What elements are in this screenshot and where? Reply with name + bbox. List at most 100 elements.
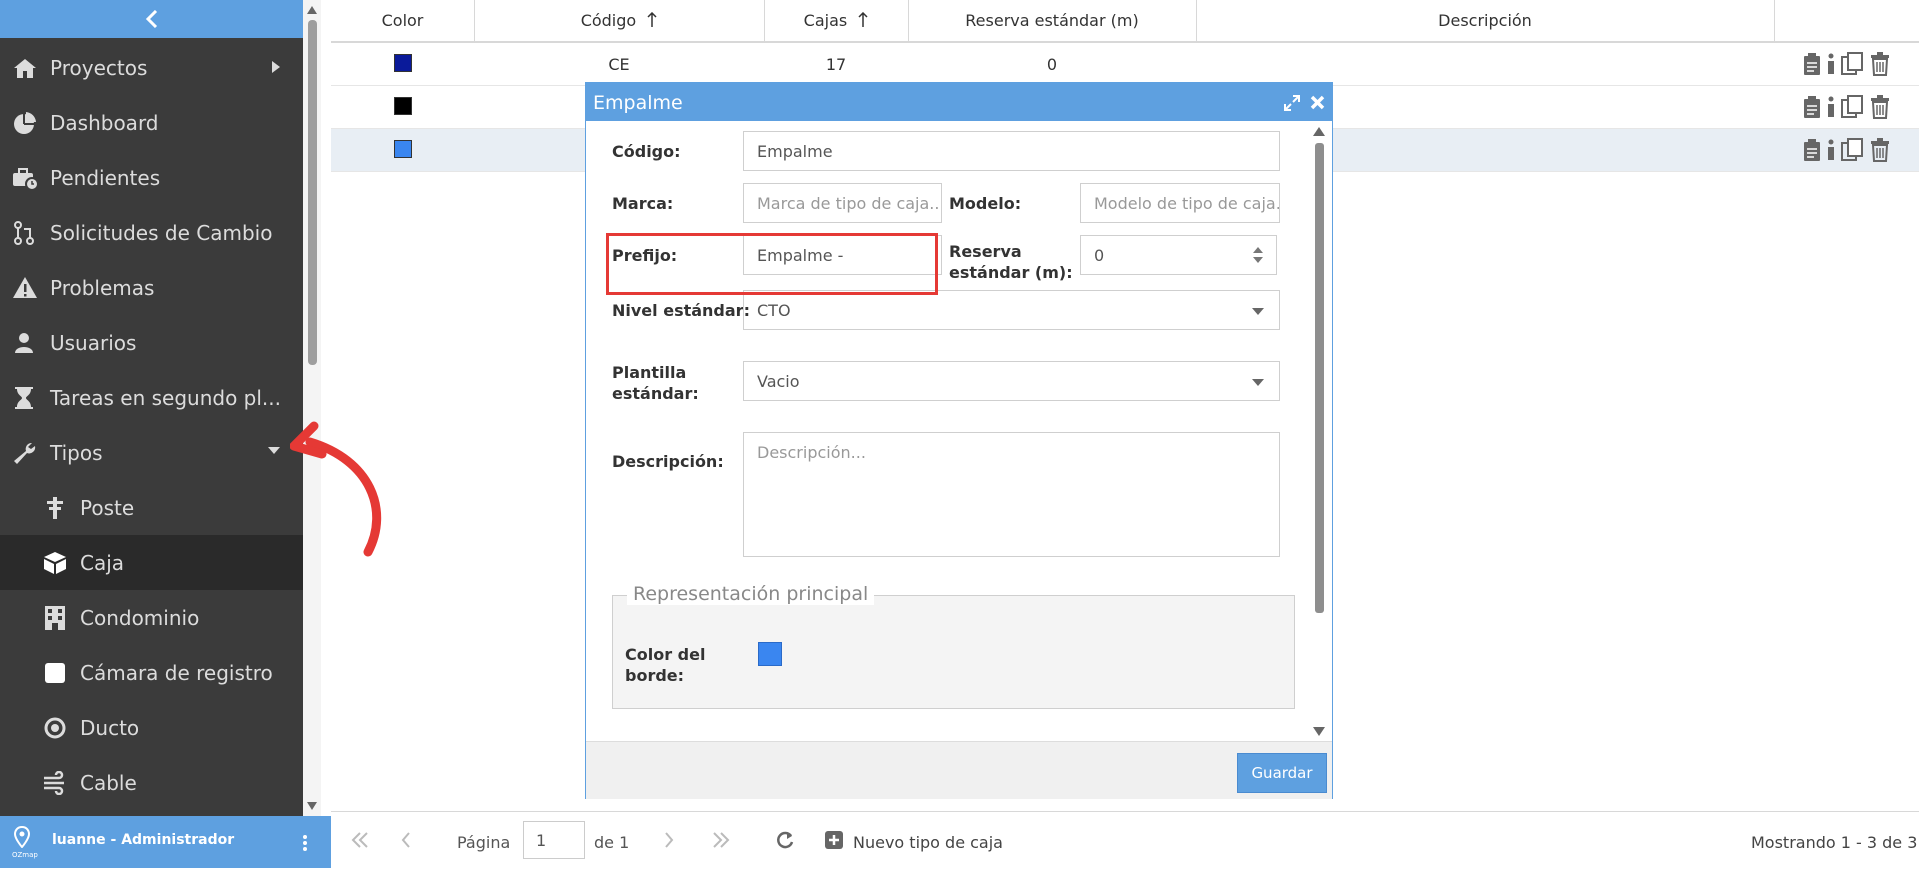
refresh-icon[interactable] <box>775 830 795 850</box>
sidebar-item-pendientes[interactable]: Pendientes <box>0 150 303 205</box>
sidebar-item-proyectos[interactable]: Proyectos <box>0 40 303 95</box>
sidebar-item-label: Poste <box>80 496 135 520</box>
square-icon <box>45 663 65 683</box>
code-label: Código: <box>612 142 681 161</box>
page-number-input[interactable] <box>523 821 585 859</box>
clipboard-icon[interactable] <box>1803 95 1821 119</box>
color-swatch <box>394 54 412 72</box>
brand-input[interactable]: Marca de tipo de caja... <box>743 183 942 223</box>
sidebar-item-problemas[interactable]: Problemas <box>0 260 303 315</box>
dialog-scrollbar[interactable] <box>1307 121 1332 741</box>
sidebar-item-dashboard[interactable]: Dashboard <box>0 95 303 150</box>
trash-icon[interactable] <box>1870 138 1890 162</box>
main-representation-fieldset: Representación principal Color del borde… <box>612 583 1295 709</box>
copy-icon[interactable] <box>1841 138 1865 162</box>
column-header-reserve[interactable]: Reserva estándar (m) <box>908 0 1197 41</box>
sidebar-subitem-cable[interactable]: Cable <box>0 755 303 810</box>
pull-request-icon <box>14 221 34 245</box>
sidebar-scroll-thumb[interactable] <box>308 20 317 365</box>
chevron-down-icon <box>1252 308 1264 315</box>
sidebar-subitem-poste[interactable]: Poste <box>0 480 303 535</box>
cable-icon <box>44 771 64 795</box>
reserve-stepper[interactable]: 0 <box>1080 235 1277 275</box>
brand-logo-text: OZmap <box>12 851 38 859</box>
sidebar-subitem-caja[interactable]: Caja <box>0 535 303 590</box>
sidebar-collapse-button[interactable] <box>0 0 303 38</box>
user-bar[interactable]: OZmap luanne - Administrador <box>0 816 331 868</box>
first-page-icon[interactable] <box>351 832 369 848</box>
border-color-picker[interactable] <box>758 642 782 666</box>
code-input[interactable]: Empalme <box>743 131 1280 171</box>
scroll-down-icon <box>307 802 317 810</box>
plus-square-icon[interactable] <box>825 831 843 849</box>
page-total-label: de 1 <box>594 833 630 852</box>
sidebar-item-label: Tipos <box>50 441 103 465</box>
kebab-menu-icon[interactable] <box>302 834 308 852</box>
map-pin-icon <box>14 826 30 848</box>
sidebar-item-label: Ducto <box>80 716 140 740</box>
sort-arrow-up-icon <box>858 11 868 27</box>
trash-icon[interactable] <box>1870 52 1890 76</box>
description-textarea[interactable]: Descripción... <box>743 432 1280 557</box>
column-header-boxes[interactable]: Cajas <box>764 0 909 41</box>
clipboard-icon[interactable] <box>1803 52 1821 76</box>
sidebar-item-solicitudes[interactable]: Solicitudes de Cambio <box>0 205 303 260</box>
page-label: Página <box>457 833 511 852</box>
close-icon[interactable] <box>1310 95 1325 110</box>
sidebar-scrollbar[interactable] <box>303 0 321 816</box>
column-header-code[interactable]: Código <box>474 0 765 41</box>
row-actions <box>1803 52 1890 80</box>
new-box-type-link[interactable]: Nuevo tipo de caja <box>853 833 1003 852</box>
column-header-color[interactable]: Color <box>331 0 475 41</box>
stepper-arrows-icon[interactable] <box>1252 245 1264 265</box>
sidebar-subitem-ducto[interactable]: Ducto <box>0 700 303 755</box>
table-header: Color Código Cajas Reserva estándar (m) … <box>331 0 1919 43</box>
cell-boxes: 17 <box>825 55 847 74</box>
template-select[interactable]: Vacio <box>743 361 1280 401</box>
scroll-up-icon <box>307 6 317 14</box>
level-select[interactable]: CTO <box>743 290 1280 330</box>
trash-icon[interactable] <box>1870 95 1890 119</box>
sidebar-item-label: Solicitudes de Cambio <box>50 221 273 245</box>
copy-icon[interactable] <box>1841 95 1865 119</box>
sidebar-item-usuarios[interactable]: Usuarios <box>0 315 303 370</box>
warning-icon <box>13 277 37 298</box>
circle-dot-icon <box>44 717 66 739</box>
info-icon[interactable] <box>1826 138 1836 162</box>
level-label: Nivel estándar: <box>612 301 750 320</box>
row-actions <box>1803 138 1890 166</box>
column-header-description[interactable]: Descripción <box>1196 0 1775 41</box>
save-button[interactable]: Guardar <box>1237 753 1327 793</box>
sidebar-item-tareas[interactable]: Tareas en segundo pl... <box>0 370 303 425</box>
prev-page-icon[interactable] <box>401 832 411 848</box>
sidebar-item-label: Problemas <box>50 276 155 300</box>
sidebar-item-label: Cable <box>80 771 137 795</box>
info-icon[interactable] <box>1826 95 1836 119</box>
caret-down-icon <box>268 447 280 454</box>
color-swatch <box>394 140 412 158</box>
sidebar-subitem-camara[interactable]: Cámara de registro <box>0 645 303 700</box>
caret-right-icon <box>272 61 280 73</box>
briefcase-clock-icon <box>13 168 38 190</box>
dialog-scroll-thumb[interactable] <box>1315 143 1324 613</box>
wrench-icon <box>14 442 36 464</box>
edit-dialog: Empalme Código: Empalme Marca: Marca de … <box>585 82 1333 799</box>
model-input[interactable]: Modelo de tipo de caja... <box>1080 183 1280 223</box>
sidebar-item-label: Tareas en segundo pl... <box>50 386 282 410</box>
sidebar-item-label: Pendientes <box>50 166 161 190</box>
sidebar-item-label: Dashboard <box>50 111 159 135</box>
user-icon <box>15 333 33 353</box>
sidebar-item-tipos[interactable]: Tipos <box>0 425 303 480</box>
sort-arrow-up-icon <box>647 11 657 27</box>
copy-icon[interactable] <box>1841 52 1865 76</box>
sidebar-subitem-condominio[interactable]: Condominio <box>0 590 303 645</box>
table-row[interactable]: CE 17 0 <box>331 43 1919 86</box>
dialog-title-bar[interactable]: Empalme <box>586 83 1332 121</box>
last-page-icon[interactable] <box>712 832 730 848</box>
color-swatch <box>394 97 412 115</box>
next-page-icon[interactable] <box>664 832 674 848</box>
info-icon[interactable] <box>1826 52 1836 76</box>
clipboard-icon[interactable] <box>1803 138 1821 162</box>
home-icon <box>14 59 36 78</box>
expand-icon[interactable] <box>1283 94 1301 112</box>
